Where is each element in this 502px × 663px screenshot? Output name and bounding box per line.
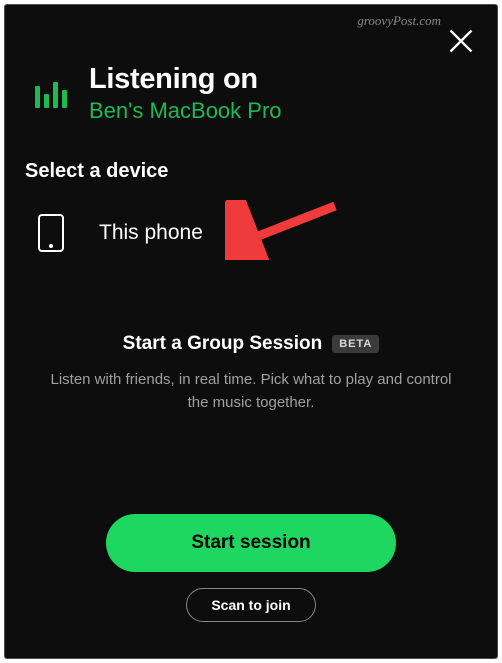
device-option-label: This phone (99, 221, 203, 245)
close-icon (447, 27, 475, 55)
listening-on-title: Listening on (89, 63, 282, 96)
watermark-text: groovyPost.com (357, 13, 441, 29)
group-session-title-row: Start a Group Session BETA (33, 333, 469, 355)
beta-badge: BETA (332, 335, 379, 353)
select-device-heading: Select a device (5, 144, 497, 205)
current-device-name: Ben's MacBook Pro (89, 98, 282, 124)
scan-to-join-button[interactable]: Scan to join (186, 588, 315, 622)
header-text: Listening on Ben's MacBook Pro (89, 63, 282, 124)
phone-icon (37, 213, 65, 253)
connect-panel: groovyPost.com Listening on Ben's MacBoo… (4, 4, 498, 659)
group-session-section: Start a Group Session BETA Listen with f… (5, 273, 497, 414)
app-frame: groovyPost.com Listening on Ben's MacBoo… (0, 0, 502, 663)
close-button[interactable] (447, 27, 475, 55)
button-group: Start session Scan to join (5, 514, 497, 622)
start-session-button[interactable]: Start session (106, 514, 396, 572)
device-option-this-phone[interactable]: This phone (5, 205, 497, 273)
group-session-title: Start a Group Session (123, 333, 323, 355)
group-session-description: Listen with friends, in real time. Pick … (33, 369, 469, 414)
equalizer-icon (35, 80, 67, 108)
